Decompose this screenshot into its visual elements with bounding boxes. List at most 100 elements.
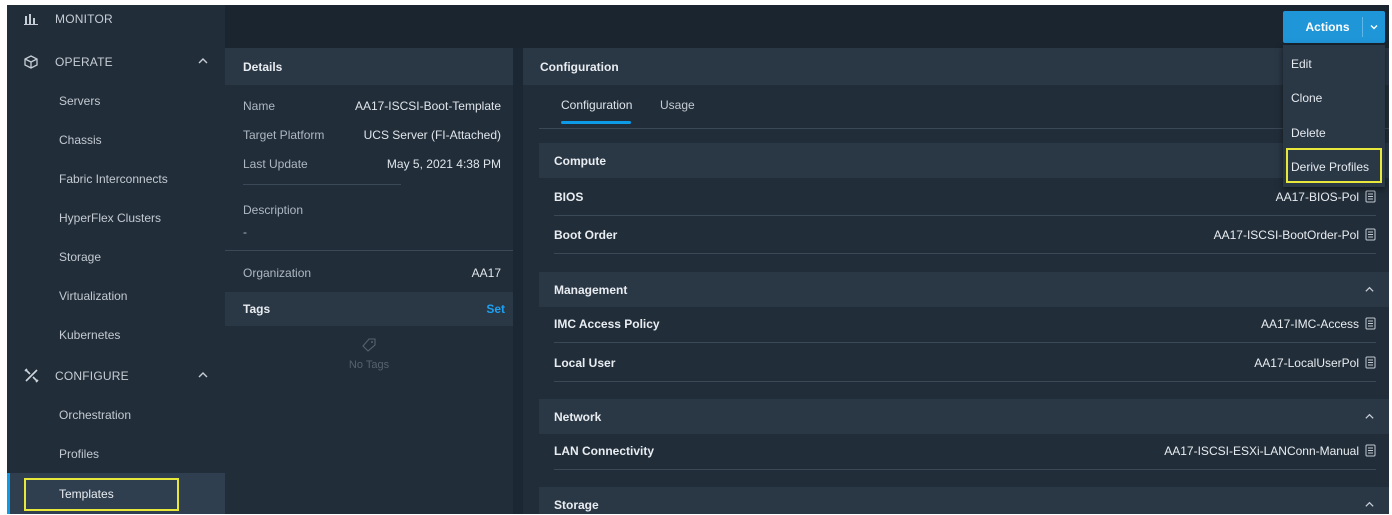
sidebar-item-label: Servers [59, 93, 101, 108]
row-value: AA17-ISCSI-ESXi-LANConn-Manual [1164, 443, 1359, 458]
row-bios: BIOS AA17-BIOS-Pol [554, 178, 1376, 216]
sidebar-item-label: Orchestration [59, 407, 132, 422]
details-name-row: Name AA17-ISCSI-Boot-Template [243, 99, 501, 113]
row-label: BIOS [554, 189, 584, 204]
sidebar-item-label: Fabric Interconnects [59, 171, 168, 186]
sidebar-item-label: Chassis [59, 132, 102, 147]
group-management-header[interactable]: Management [539, 272, 1389, 307]
sidebar-item-label: HyperFlex Clusters [59, 210, 162, 225]
menu-item-clone[interactable]: Clone [1283, 81, 1385, 115]
description-value: - [243, 225, 247, 239]
chevron-up-icon [198, 372, 208, 378]
details-panel: Details Name AA17-ISCSI-Boot-Template Ta… [225, 48, 513, 514]
tab-usage[interactable]: Usage [660, 98, 695, 112]
document-icon[interactable] [1365, 190, 1376, 203]
cube-icon [7, 54, 55, 69]
chevron-up-icon [1365, 501, 1374, 507]
chevron-up-icon [1365, 413, 1374, 419]
configuration-panel: Configuration Configuration Usage Comput… [523, 48, 1389, 514]
document-icon[interactable] [1365, 356, 1376, 369]
divider [225, 250, 513, 251]
sidebar-item-kubernetes[interactable]: Kubernetes [7, 315, 225, 354]
sidebar-item-label: MONITOR [55, 12, 113, 26]
document-icon[interactable] [1365, 317, 1376, 330]
description-label: Description [243, 203, 304, 217]
row-label: LAN Connectivity [554, 443, 655, 458]
menu-item-derive-profiles[interactable]: Derive Profiles [1283, 150, 1385, 184]
tags-set-link[interactable]: Set [486, 302, 505, 316]
chevron-down-icon[interactable] [1363, 11, 1385, 43]
top-bar [225, 5, 1389, 48]
sidebar-item-templates[interactable]: Templates [7, 473, 225, 514]
sidebar-item-hyperflex-clusters[interactable]: HyperFlex Clusters [7, 198, 225, 237]
menu-item-edit[interactable]: Edit [1283, 47, 1385, 81]
bar-chart-icon [7, 13, 55, 25]
chevron-up-icon [198, 58, 208, 64]
actions-button-label: Actions [1305, 20, 1350, 34]
sidebar-item-label: CONFIGURE [55, 368, 129, 383]
name-label: Name [243, 99, 276, 113]
row-label: IMC Access Policy [554, 316, 660, 331]
organization-label: Organization [243, 266, 312, 280]
selection-indicator [7, 473, 10, 514]
group-network-header[interactable]: Network [539, 399, 1389, 434]
divider [539, 128, 1389, 129]
group-title: Management [554, 282, 628, 297]
tag-icon [225, 338, 513, 355]
details-title: Details [225, 48, 513, 85]
row-lan-connectivity: LAN Connectivity AA17-ISCSI-ESXi-LANConn… [554, 432, 1376, 470]
sidebar-item-label: Virtualization [59, 288, 128, 303]
sidebar-item-label: Storage [59, 249, 102, 264]
platform-label: Target Platform [243, 128, 325, 142]
sidebar-item-label: Profiles [59, 446, 100, 461]
tab-active-indicator [561, 121, 631, 124]
sidebar-item-profiles[interactable]: Profiles [7, 434, 225, 473]
tags-header: Tags Set [225, 292, 513, 326]
group-compute-header[interactable]: Compute [539, 143, 1389, 178]
document-icon[interactable] [1365, 444, 1376, 457]
menu-item-delete[interactable]: Delete [1283, 116, 1385, 150]
sidebar-item-chassis[interactable]: Chassis [7, 120, 225, 159]
row-value: AA17-BIOS-Pol [1275, 189, 1359, 204]
update-label: Last Update [243, 157, 308, 171]
organization-link[interactable]: AA17 [472, 266, 501, 280]
actions-menu: Edit Clone Delete Derive Profiles [1283, 45, 1385, 187]
details-description-row: Description [243, 203, 501, 217]
sidebar-item-virtualization[interactable]: Virtualization [7, 276, 225, 315]
tab-configuration[interactable]: Configuration [561, 98, 632, 112]
details-platform-row: Target Platform UCS Server (FI-Attached) [243, 128, 501, 142]
sidebar-item-operate[interactable]: OPERATE [7, 42, 225, 81]
update-value: May 5, 2021 4:38 PM [386, 157, 501, 171]
chevron-up-icon [1365, 286, 1374, 292]
row-imc-access-policy: IMC Access Policy AA17-IMC-Access [554, 305, 1376, 343]
sidebar-item-monitor[interactable]: MONITOR [7, 5, 225, 36]
app-frame: MONITOR OPERATE Servers Chassis Fabric I… [7, 5, 1389, 514]
platform-value: UCS Server (FI-Attached) [363, 128, 501, 142]
sidebar-item-label: OPERATE [55, 54, 113, 69]
row-value: AA17-LocalUserPol [1254, 355, 1359, 370]
sidebar-item-storage[interactable]: Storage [7, 237, 225, 276]
details-description-value-row: - [243, 225, 501, 239]
no-tags-text: No Tags [348, 359, 390, 371]
tags-title: Tags [243, 302, 271, 316]
configuration-title: Configuration [523, 48, 1389, 85]
sidebar-item-label: Kubernetes [59, 327, 121, 342]
divider [243, 184, 401, 185]
group-title: Storage [554, 497, 599, 512]
sidebar-item-configure[interactable]: CONFIGURE [7, 356, 225, 395]
group-title: Compute [554, 153, 606, 168]
row-value: AA17-ISCSI-BootOrder-Pol [1213, 227, 1359, 242]
group-storage-header[interactable]: Storage [539, 487, 1389, 514]
row-boot-order: Boot Order AA17-ISCSI-BootOrder-Pol [554, 216, 1376, 254]
sidebar-item-fabric-interconnects[interactable]: Fabric Interconnects [7, 159, 225, 198]
sidebar-item-label: Templates [59, 486, 114, 501]
group-title: Network [554, 409, 602, 424]
tools-icon [7, 368, 55, 383]
sidebar-item-orchestration[interactable]: Orchestration [7, 395, 225, 434]
document-icon[interactable] [1365, 228, 1376, 241]
details-organization-row: Organization AA17 [243, 266, 501, 280]
details-update-row: Last Update May 5, 2021 4:38 PM [243, 157, 501, 171]
row-value: AA17-IMC-Access [1260, 316, 1359, 331]
actions-button[interactable]: Actions [1283, 11, 1385, 43]
sidebar-item-servers[interactable]: Servers [7, 81, 225, 120]
